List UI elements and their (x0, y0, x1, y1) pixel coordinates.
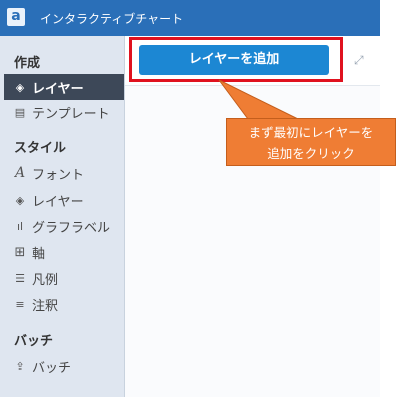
callout-pointer (218, 79, 299, 120)
callout-line-1: まず最初にレイヤーを (248, 125, 374, 140)
callout-line-2: 追加をクリック (267, 146, 355, 161)
callout-note: まず最初にレイヤーを 追加をクリック (226, 118, 396, 166)
